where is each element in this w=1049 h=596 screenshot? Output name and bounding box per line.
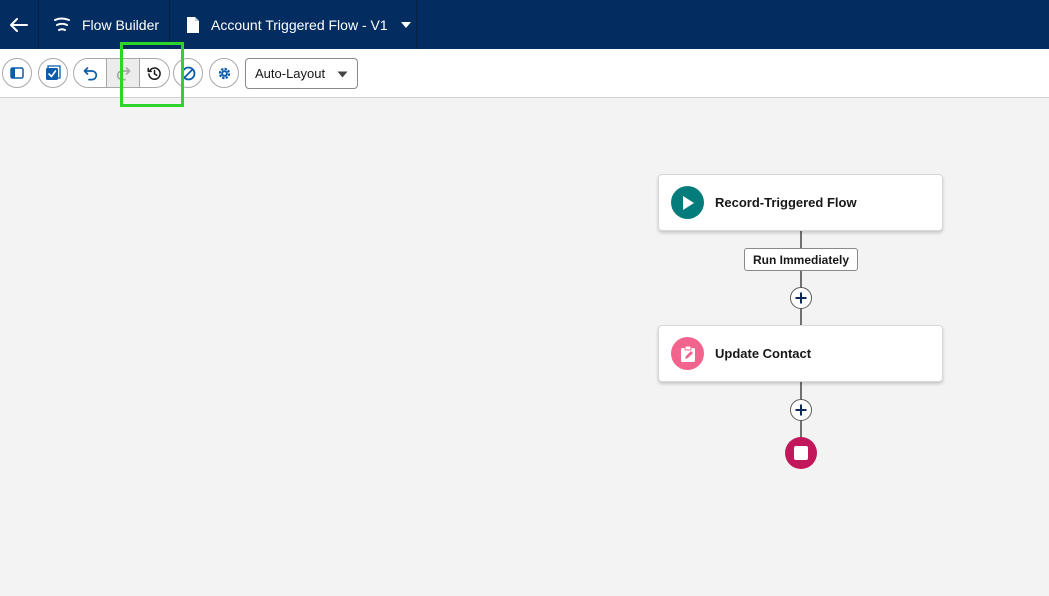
connector-line	[800, 231, 802, 325]
back-button[interactable]	[0, 0, 38, 49]
deactivate-button[interactable]	[173, 58, 203, 88]
clipboard-edit-icon	[671, 337, 704, 370]
redo-button[interactable]	[106, 59, 140, 87]
version-history-button[interactable]	[139, 59, 169, 87]
app-header: Flow Builder Account Triggered Flow - V1	[0, 0, 1049, 49]
check-flow-icon	[46, 65, 61, 80]
play-icon	[671, 186, 704, 219]
chevron-down-icon	[400, 21, 412, 29]
chevron-down-icon	[337, 71, 348, 78]
layout-mode-value: Auto-Layout	[255, 66, 326, 81]
add-element-button[interactable]	[790, 287, 812, 309]
app-title: Flow Builder	[82, 16, 160, 33]
plus-icon	[795, 292, 807, 304]
undo-icon	[83, 66, 97, 80]
app-title-area: Flow Builder	[39, 0, 169, 49]
redo-icon	[116, 66, 130, 80]
path-label[interactable]: Run Immediately	[744, 248, 858, 271]
start-node-label: Record-Triggered Flow	[715, 195, 857, 210]
toggle-panel-button[interactable]	[2, 58, 32, 88]
update-contact-node[interactable]: Update Contact	[658, 325, 943, 382]
document-icon	[186, 16, 200, 34]
add-element-button[interactable]	[790, 399, 812, 421]
settings-icon	[218, 67, 230, 79]
history-icon	[147, 66, 161, 80]
end-node[interactable]	[785, 437, 817, 469]
undo-button[interactable]	[74, 59, 106, 87]
stop-icon	[794, 446, 808, 460]
header-divider	[416, 0, 417, 49]
plus-icon	[795, 404, 807, 416]
history-button-group	[73, 58, 170, 88]
flow-settings-button[interactable]	[209, 58, 239, 88]
canvas-toolbar: Auto-Layout	[0, 49, 1049, 98]
toggle-panel-icon	[10, 67, 24, 79]
action-node-label: Update Contact	[715, 346, 812, 361]
arrow-left-icon	[10, 17, 28, 32]
check-flow-button[interactable]	[38, 58, 68, 88]
flow-builder-icon	[53, 16, 71, 34]
layout-mode-select[interactable]: Auto-Layout	[245, 58, 358, 89]
start-node[interactable]: Record-Triggered Flow	[658, 174, 943, 231]
deactivate-icon	[181, 66, 195, 80]
flow-title-menu[interactable]: Account Triggered Flow - V1	[170, 0, 416, 49]
flow-title: Account Triggered Flow - V1	[211, 16, 388, 33]
